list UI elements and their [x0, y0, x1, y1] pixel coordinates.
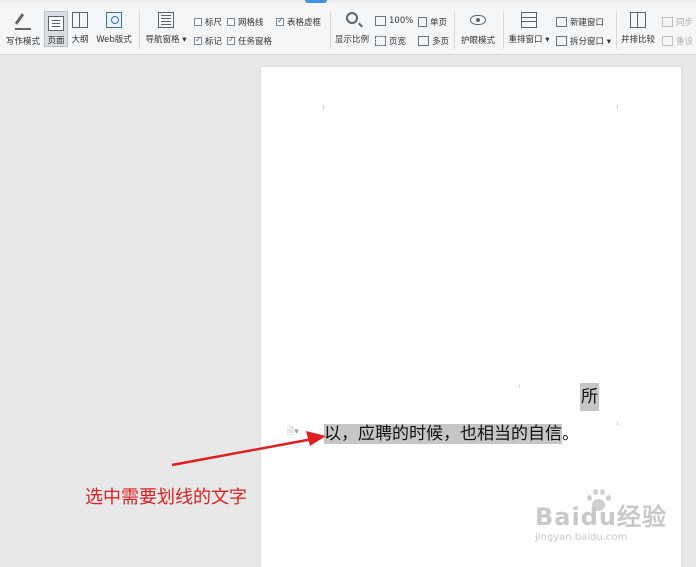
arrow-head: [306, 431, 326, 446]
annotation-text: 选中需要划线的文字: [85, 487, 247, 508]
watermark-brand: Baidu经验: [535, 503, 667, 531]
baidu-jingyan-watermark: Baidu经验 jingyan.baidu.com: [535, 497, 667, 543]
watermark-url: jingyan.baidu.com: [535, 532, 628, 543]
arrow-shaft: [171, 436, 319, 467]
annotation-arrow: [171, 431, 326, 467]
